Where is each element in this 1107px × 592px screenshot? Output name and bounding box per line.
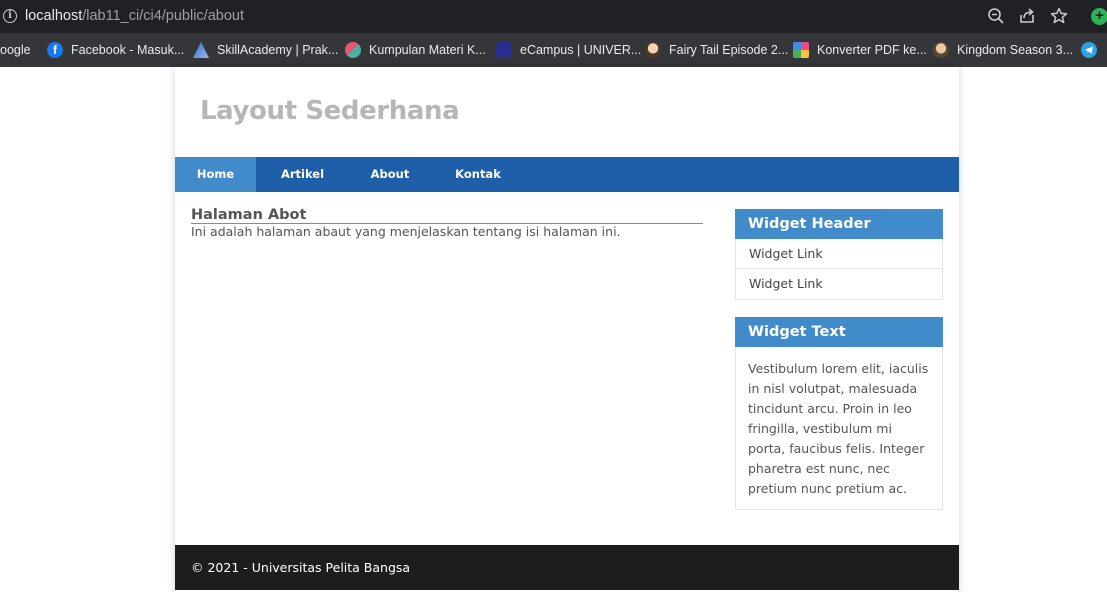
widget-text-header: Widget Text — [735, 317, 943, 347]
main-nav: Home Artikel About Kontak — [175, 157, 959, 192]
url-host: localhost — [25, 8, 83, 24]
bookmark-ecampus[interactable]: eCampus | UNIVER... — [496, 40, 641, 60]
browser-address-bar: i localhost/lab11_ci/ci4/public/about + — [0, 0, 1107, 33]
skillacademy-icon — [193, 42, 209, 58]
pdf-converter-icon — [793, 42, 809, 58]
bookmark-label: Konverter PDF ke... — [817, 43, 927, 57]
kingdom-icon — [933, 42, 949, 58]
widget-text-body: Vestibulum lorem elit, iaculis in nisl v… — [748, 361, 929, 496]
bookmark-label: Facebook - Masuk... — [71, 43, 185, 57]
bookmark-konverter-pdf[interactable]: Konverter PDF ke... — [793, 40, 927, 60]
site-header: Layout Sederhana — [175, 67, 959, 157]
nav-kontak[interactable]: Kontak — [431, 157, 525, 192]
site-footer: © 2021 - Universitas Pelita Bangsa — [175, 545, 959, 590]
zoom-icon[interactable] — [986, 6, 1006, 26]
site-title: Layout Sederhana — [200, 96, 460, 126]
materi-icon — [345, 42, 361, 58]
bookmark-star-icon[interactable] — [1049, 6, 1069, 26]
bookmarks-bar: oogle f Facebook - Masuk... SkillAcademy… — [0, 33, 1107, 67]
bookmark-label: Kingdom Season 3... — [957, 43, 1074, 57]
bookmark-google[interactable]: oogle — [0, 40, 31, 60]
bookmark-label: oogle — [0, 43, 31, 57]
bookmark-facebook[interactable]: f Facebook - Masuk... — [47, 40, 184, 60]
nav-about[interactable]: About — [349, 157, 431, 192]
bookmark-label: Fairy Tail Episode 2... — [669, 43, 789, 57]
content-title: Halaman Abot — [191, 207, 703, 224]
url-path: /lab11_ci/ci4/public/about — [82, 8, 244, 24]
extension-plus-icon[interactable]: + — [1091, 8, 1107, 25]
facebook-icon: f — [47, 42, 63, 58]
bookmark-telegram[interactable] — [1081, 40, 1105, 60]
telegram-icon — [1081, 42, 1097, 58]
bookmark-label: SkillAcademy | Prak... — [217, 43, 339, 57]
site-info-icon[interactable]: i — [3, 9, 17, 23]
widget-link[interactable]: Widget Link — [736, 239, 942, 269]
nav-home[interactable]: Home — [175, 157, 256, 192]
ecampus-icon — [496, 42, 512, 58]
bookmark-kumpulan-materi[interactable]: Kumpulan Materi K... — [345, 40, 486, 60]
widget-link[interactable]: Widget Link — [736, 269, 942, 299]
nav-artikel[interactable]: Artikel — [256, 157, 349, 192]
widget-links: Widget Header Widget Link Widget Link — [735, 209, 943, 300]
content-text: Ini adalah halaman abaut yang menjelaska… — [191, 224, 621, 239]
share-icon[interactable] — [1017, 6, 1037, 26]
bookmark-kingdom[interactable]: Kingdom Season 3... — [933, 40, 1073, 60]
page-container: Layout Sederhana Home Artikel About Kont… — [175, 67, 959, 592]
bookmark-label: Kumpulan Materi K... — [369, 43, 486, 57]
widget-header: Widget Header — [735, 209, 943, 239]
bookmark-label: eCampus | UNIVER... — [520, 43, 642, 57]
widget-text: Widget Text Vestibulum lorem elit, iacul… — [735, 317, 943, 510]
url-field[interactable]: localhost/lab11_ci/ci4/public/about — [25, 8, 244, 24]
bookmark-skillacademy[interactable]: SkillAcademy | Prak... — [193, 40, 338, 60]
bookmark-fairy-tail[interactable]: Fairy Tail Episode 2... — [645, 40, 788, 60]
fairytail-icon — [645, 42, 661, 58]
